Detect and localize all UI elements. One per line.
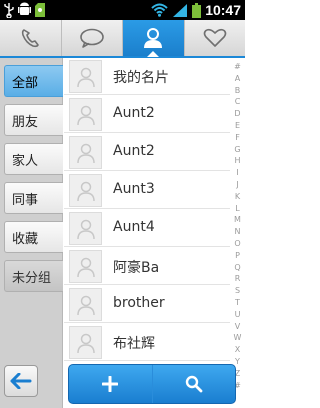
contact-row[interactable]: 阿豪Ba: [64, 248, 230, 285]
back-arrow-icon: [10, 373, 32, 389]
contact-name: Aunt2: [113, 105, 155, 121]
index-letter[interactable]: T: [230, 298, 245, 307]
contact-list[interactable]: 我的名片 Aunt2 Aunt2 Aunt3 Aunt4 阿豪Ba brothe…: [64, 58, 230, 408]
index-letter[interactable]: I: [230, 168, 245, 177]
index-letter[interactable]: C: [230, 97, 245, 106]
action-bar: [68, 364, 236, 404]
group-friends[interactable]: 朋友: [4, 104, 63, 136]
index-letter[interactable]: G: [230, 145, 245, 154]
alphabet-index[interactable]: # A B C D E F G H I J K L M N O P Q R S T U V W X Y Z #: [230, 58, 245, 390]
search-icon: [185, 375, 203, 393]
search-button[interactable]: [153, 365, 236, 403]
index-letter[interactable]: J: [230, 180, 245, 189]
back-button[interactable]: [4, 365, 38, 397]
index-letter[interactable]: E: [230, 121, 245, 130]
clock: 10:47: [205, 2, 241, 18]
tab-bar: [0, 20, 245, 58]
group-label: 朋友: [12, 114, 39, 130]
default-avatar-icon: [76, 333, 95, 353]
contact-row[interactable]: brother: [64, 286, 230, 323]
group-sidebar: 全部 朋友 家人 同事 收藏 未分组: [0, 58, 63, 408]
tab-phone[interactable]: [0, 20, 62, 56]
avatar: [69, 288, 102, 321]
contact-row[interactable]: 我的名片: [64, 58, 230, 95]
group-label: 收藏: [12, 231, 39, 247]
avatar: [69, 98, 102, 131]
contact-name: Aunt3: [113, 181, 155, 197]
default-avatar-icon: [76, 181, 95, 201]
group-colleagues[interactable]: 同事: [4, 182, 63, 214]
contact-name: brother: [113, 295, 165, 311]
contact-row[interactable]: 布社辉: [64, 324, 230, 361]
sd-card-icon: [35, 3, 45, 17]
contact-row[interactable]: Aunt3: [64, 172, 230, 209]
default-avatar-icon: [76, 67, 95, 87]
index-letter[interactable]: M: [230, 215, 245, 224]
group-label: 家人: [12, 153, 39, 169]
contacts-icon: [144, 28, 163, 48]
avatar: [69, 136, 102, 169]
index-letter[interactable]: #: [230, 62, 245, 71]
default-avatar-icon: [76, 295, 95, 315]
phone-icon: [22, 29, 40, 48]
default-avatar-icon: [76, 143, 95, 163]
group-family[interactable]: 家人: [4, 143, 63, 175]
avatar: [69, 174, 102, 207]
contact-row[interactable]: Aunt2: [64, 134, 230, 171]
group-ungrouped[interactable]: 未分组: [4, 260, 63, 292]
contact-row[interactable]: Aunt2: [64, 96, 230, 133]
index-letter[interactable]: R: [230, 274, 245, 283]
index-letter[interactable]: A: [230, 74, 245, 83]
wifi-icon: [151, 3, 168, 17]
group-all[interactable]: 全部: [4, 65, 63, 97]
index-letter[interactable]: L: [230, 204, 245, 213]
contact-name: Aunt2: [113, 143, 155, 159]
contact-name: 布社辉: [113, 336, 155, 352]
group-label: 全部: [12, 75, 39, 91]
avatar: [69, 212, 102, 245]
index-letter[interactable]: S: [230, 286, 245, 295]
avatar: [69, 326, 102, 359]
status-bar: 10:47: [0, 0, 245, 20]
signal-icon: [173, 4, 188, 17]
index-letter[interactable]: N: [230, 227, 245, 236]
index-letter[interactable]: K: [230, 192, 245, 201]
index-letter[interactable]: V: [230, 322, 245, 331]
index-letter[interactable]: O: [230, 239, 245, 248]
plus-icon: [102, 376, 119, 392]
contact-name: 阿豪Ba: [113, 260, 160, 276]
default-avatar-icon: [76, 257, 95, 277]
index-letter[interactable]: Q: [230, 263, 245, 272]
favorites-heart-icon: [203, 28, 227, 47]
index-letter[interactable]: F: [230, 133, 245, 142]
index-letter[interactable]: D: [230, 109, 245, 118]
contact-row[interactable]: Aunt4: [64, 210, 230, 247]
group-label: 同事: [12, 192, 39, 208]
tab-messages[interactable]: [61, 20, 123, 56]
index-letter[interactable]: B: [230, 86, 245, 95]
index-letter[interactable]: W: [230, 333, 245, 342]
group-favorites[interactable]: 收藏: [4, 221, 63, 253]
index-letter[interactable]: X: [230, 345, 245, 354]
avatar: [69, 250, 102, 283]
active-tab-indicator: [147, 51, 160, 57]
message-icon: [79, 28, 104, 48]
default-avatar-icon: [76, 105, 95, 125]
battery-icon: [192, 2, 202, 18]
index-letter[interactable]: U: [230, 310, 245, 319]
usb-icon: [4, 3, 14, 18]
group-label: 未分组: [12, 270, 52, 286]
contact-name: Aunt4: [113, 219, 155, 235]
add-contact-button[interactable]: [69, 365, 153, 403]
avatar: [69, 60, 102, 93]
index-letter[interactable]: P: [230, 251, 245, 260]
default-avatar-icon: [76, 219, 95, 239]
tab-favorites[interactable]: [184, 20, 245, 56]
android-debug-icon: [18, 2, 31, 15]
tab-contacts[interactable]: [123, 20, 185, 57]
contact-name: 我的名片: [113, 70, 169, 86]
index-letter[interactable]: H: [230, 156, 245, 165]
